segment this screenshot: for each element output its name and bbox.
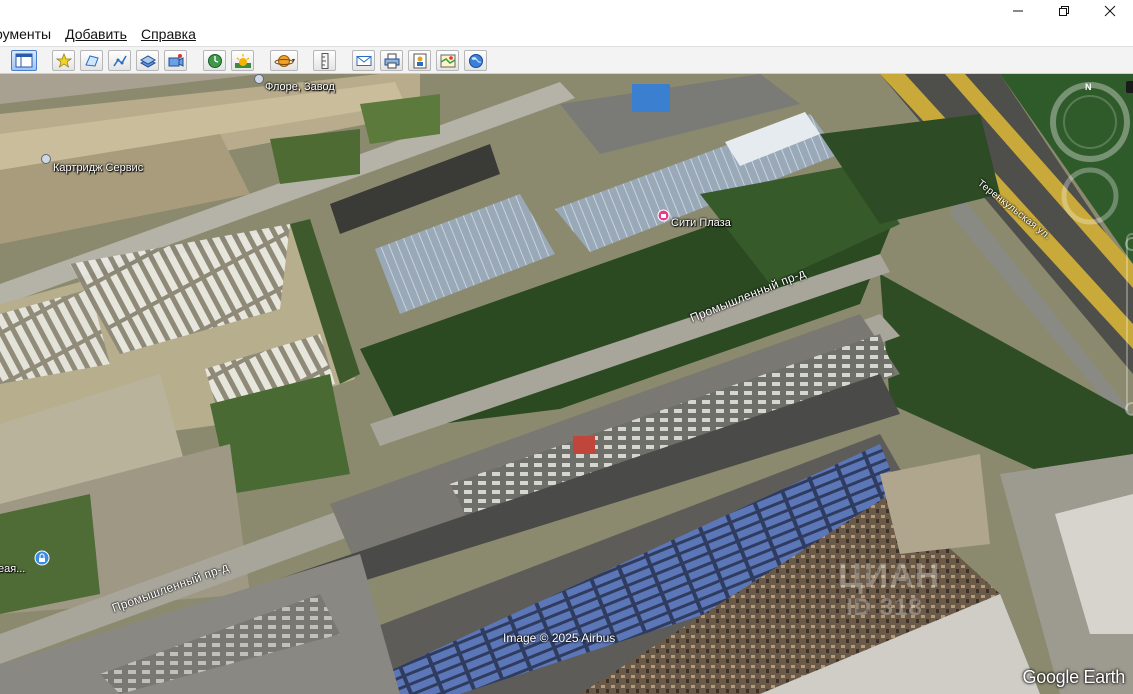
navigation-controls[interactable]	[1043, 74, 1133, 434]
sidebar-toggle-icon	[15, 53, 33, 68]
maximize-button[interactable]	[1041, 0, 1087, 22]
watermark: ЦИАН ID 318	[838, 557, 941, 621]
add-polygon-icon	[85, 55, 99, 67]
google-earth-logo: Google Earth	[1022, 667, 1126, 687]
menu-bar: рументы Добавить Справка	[0, 26, 210, 42]
place-pin-icon[interactable]	[40, 153, 52, 165]
place-pin-icon[interactable]	[253, 74, 265, 85]
planets-button[interactable]	[270, 50, 298, 71]
map-viewport[interactable]: Флоре, Завод Картридж Сервис Сити Плаза …	[0, 74, 1133, 694]
menu-tools[interactable]: рументы	[0, 26, 51, 42]
sunlight-icon	[235, 54, 251, 68]
minimize-icon	[1013, 10, 1023, 12]
zoom-slider[interactable]	[1125, 233, 1133, 416]
email-icon	[356, 56, 372, 66]
window-controls	[995, 0, 1133, 22]
email-button[interactable]	[352, 50, 375, 71]
print-icon	[384, 53, 400, 69]
title-menu-bar: рументы Добавить Справка	[0, 0, 1133, 46]
add-path-icon	[113, 55, 127, 67]
place-label-city-plaza[interactable]: Сити Плаза	[671, 217, 731, 229]
ruler-button[interactable]	[313, 50, 336, 71]
historical-imagery-button[interactable]	[203, 50, 226, 71]
globe-icon	[469, 54, 483, 68]
compass-north-letter: N	[1085, 82, 1092, 92]
sidebar-toggle-button[interactable]	[11, 50, 37, 71]
record-tour-icon	[168, 54, 184, 67]
menu-help[interactable]: Справка	[141, 26, 196, 42]
imagery-credit: Image © 2025 Airbus	[503, 631, 616, 645]
toolbar	[0, 46, 1133, 74]
shopping-pin-icon[interactable]	[657, 209, 670, 222]
place-label-cartridge-service[interactable]: Картридж Сервис	[53, 162, 143, 174]
add-image-overlay-icon	[140, 55, 156, 68]
compass-icon[interactable]	[1050, 81, 1133, 162]
place-label-truncated[interactable]: еая...	[0, 563, 25, 575]
restore-icon	[1059, 6, 1069, 16]
close-icon	[1104, 5, 1116, 17]
satellite-imagery	[0, 74, 1133, 694]
add-path-button[interactable]	[108, 50, 131, 71]
move-control-icon[interactable]	[1061, 167, 1119, 225]
record-tour-button[interactable]	[164, 50, 187, 71]
add-placemark-icon	[56, 53, 72, 68]
minimize-button[interactable]	[995, 0, 1041, 22]
menu-add[interactable]: Добавить	[65, 26, 127, 42]
add-polygon-button[interactable]	[80, 50, 103, 71]
add-placemark-button[interactable]	[52, 50, 75, 71]
save-image-button[interactable]	[408, 50, 431, 71]
close-button[interactable]	[1087, 0, 1133, 22]
sunlight-button[interactable]	[231, 50, 254, 71]
view-in-maps-icon	[440, 54, 456, 68]
add-image-overlay-button[interactable]	[136, 50, 159, 71]
print-button[interactable]	[380, 50, 403, 71]
planets-icon	[274, 55, 295, 67]
ruler-icon	[321, 53, 329, 69]
save-image-icon	[413, 53, 427, 69]
lock-pin-icon[interactable]	[34, 550, 50, 566]
view-in-maps-button[interactable]	[436, 50, 459, 71]
place-label-flora[interactable]: Флоре, Завод	[265, 81, 335, 93]
earth-community-button[interactable]	[464, 50, 487, 71]
historical-imagery-icon	[208, 54, 222, 68]
